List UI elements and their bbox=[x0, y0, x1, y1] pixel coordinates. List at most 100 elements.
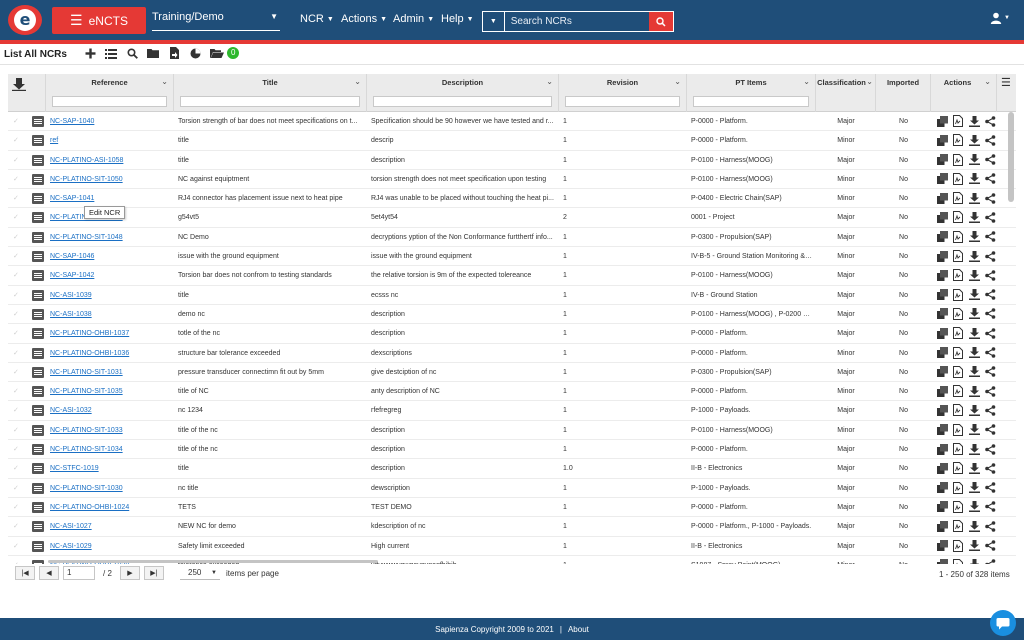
row-select-checkbox[interactable]: ✓ bbox=[13, 253, 20, 260]
pdf-icon[interactable] bbox=[952, 134, 964, 147]
copy-icon[interactable] bbox=[936, 482, 948, 494]
reference-link[interactable]: NC-PLATINO-ASI-1058 bbox=[50, 151, 170, 170]
edit-ncr-icon[interactable] bbox=[32, 501, 44, 513]
copy-icon[interactable] bbox=[936, 115, 948, 127]
share-icon[interactable] bbox=[984, 366, 996, 378]
download-icon[interactable] bbox=[968, 154, 980, 166]
share-icon[interactable] bbox=[984, 404, 996, 416]
first-page-button[interactable]: |◀ bbox=[15, 566, 35, 580]
download-icon[interactable] bbox=[968, 559, 980, 564]
share-icon[interactable] bbox=[984, 540, 996, 552]
download-icon[interactable] bbox=[968, 308, 980, 320]
pie-chart-icon[interactable] bbox=[189, 47, 201, 59]
share-icon[interactable] bbox=[984, 173, 996, 185]
pdf-icon[interactable] bbox=[952, 211, 964, 224]
table-row[interactable]: ✓ NC-ASI-1029 Safety limit exceeded High cu… bbox=[8, 537, 1016, 556]
pdf-icon[interactable] bbox=[952, 423, 964, 436]
pdf-icon[interactable] bbox=[952, 327, 964, 340]
copy-icon[interactable] bbox=[936, 289, 948, 301]
plus-icon[interactable] bbox=[84, 47, 96, 59]
row-select-checkbox[interactable]: ✓ bbox=[13, 465, 20, 472]
edit-ncr-icon[interactable] bbox=[32, 386, 44, 398]
pdf-icon[interactable] bbox=[952, 404, 964, 417]
pdf-icon[interactable] bbox=[952, 269, 964, 282]
table-row[interactable]: ✓ ref title descrip 1 P-0000 - Platform. Minor… bbox=[8, 131, 1016, 151]
table-row[interactable]: ✓ NC-SAP-1046 issue with the ground equipm… bbox=[8, 247, 1016, 267]
copy-icon[interactable] bbox=[936, 211, 948, 223]
pdf-icon[interactable] bbox=[952, 172, 964, 185]
app-logo[interactable]: e bbox=[8, 5, 42, 35]
copy-icon[interactable] bbox=[936, 327, 948, 339]
edit-ncr-icon[interactable] bbox=[32, 308, 44, 320]
last-page-button[interactable]: ▶| bbox=[143, 566, 164, 580]
download-icon[interactable] bbox=[968, 424, 980, 436]
copy-icon[interactable] bbox=[936, 404, 948, 416]
share-icon[interactable] bbox=[984, 308, 996, 320]
row-select-checkbox[interactable]: ✓ bbox=[13, 330, 20, 337]
edit-ncr-icon[interactable] bbox=[32, 405, 44, 417]
reference-link[interactable]: NC-ASI-1039 bbox=[50, 286, 170, 305]
table-row[interactable]: ✓ NC-SAP-1042 Torsion bar does not confrom… bbox=[8, 266, 1016, 286]
copy-icon[interactable] bbox=[936, 347, 948, 359]
share-icon[interactable] bbox=[984, 192, 996, 204]
table-row[interactable]: ✓ NC-PLATINO-OHBI-1037 totle of the nc desc… bbox=[8, 324, 1016, 344]
vertical-scrollbar[interactable] bbox=[1008, 112, 1014, 202]
row-select-checkbox[interactable]: ✓ bbox=[13, 504, 20, 511]
row-select-checkbox[interactable]: ✓ bbox=[13, 214, 20, 221]
share-icon[interactable] bbox=[984, 231, 996, 243]
download-icon[interactable] bbox=[968, 173, 980, 185]
download-icon[interactable] bbox=[968, 462, 980, 474]
table-row[interactable]: ✓ NC-PLATINO-OHBI-1024 TETS TEST DEMO 1 P-000… bbox=[8, 498, 1016, 518]
horizontal-scrollbar[interactable] bbox=[48, 560, 378, 563]
download-icon[interactable] bbox=[968, 192, 980, 204]
edit-ncr-icon[interactable] bbox=[32, 540, 44, 552]
share-icon[interactable] bbox=[984, 327, 996, 339]
copy-icon[interactable] bbox=[936, 540, 948, 552]
download-icon[interactable] bbox=[968, 520, 980, 532]
reference-link[interactable]: NC-ASI-1027 bbox=[50, 517, 170, 536]
row-select-checkbox[interactable]: ✓ bbox=[13, 446, 20, 453]
copy-icon[interactable] bbox=[936, 308, 948, 320]
row-select-checkbox[interactable]: ✓ bbox=[13, 234, 20, 241]
share-icon[interactable] bbox=[984, 134, 996, 146]
title-filter-input[interactable] bbox=[180, 96, 360, 107]
chevron-down-icon[interactable]: ⌄ bbox=[803, 77, 810, 86]
table-row[interactable]: ✓ NC-ASI-1039 title ecsss nc 1 IV-B - Ground … bbox=[8, 286, 1016, 305]
download-icon[interactable] bbox=[968, 327, 980, 339]
table-row[interactable]: ✓ NC-PLATINO-OHBI-1036 structure bar toler… bbox=[8, 344, 1016, 363]
share-icon[interactable] bbox=[984, 250, 996, 262]
share-icon[interactable] bbox=[984, 482, 996, 494]
copy-icon[interactable] bbox=[936, 250, 948, 262]
pdf-icon[interactable] bbox=[952, 520, 964, 533]
table-row[interactable]: ✓ NC-ASI-1038 demo nc description 1 P-0100 - … bbox=[8, 305, 1016, 325]
reference-link[interactable]: NC-STFC-1019 bbox=[50, 459, 170, 478]
row-select-checkbox[interactable]: ✓ bbox=[13, 137, 20, 144]
pdf-icon[interactable] bbox=[952, 115, 964, 127]
chevron-down-icon[interactable]: ⌄ bbox=[161, 77, 168, 86]
share-icon[interactable] bbox=[984, 501, 996, 513]
share-icon[interactable] bbox=[984, 115, 996, 127]
download-icon[interactable] bbox=[968, 347, 980, 359]
column-menu-icon[interactable]: ☰ bbox=[1001, 76, 1011, 89]
edit-ncr-icon[interactable] bbox=[32, 559, 44, 564]
share-icon[interactable] bbox=[984, 520, 996, 532]
table-row[interactable]: ✓ NC-PLATINO-SIT-1035 title of NC anty desc… bbox=[8, 382, 1016, 402]
copy-icon[interactable] bbox=[936, 462, 948, 474]
table-row[interactable]: ✓ NC-PLATINO-SIT-1033 title of the nc descr… bbox=[8, 421, 1016, 441]
row-select-checkbox[interactable]: ✓ bbox=[13, 272, 20, 279]
copy-icon[interactable] bbox=[936, 520, 948, 532]
copy-icon[interactable] bbox=[936, 559, 948, 564]
row-select-checkbox[interactable]: ✓ bbox=[13, 523, 20, 530]
reference-link[interactable]: NC-PLATINO-SIT-1030 bbox=[50, 479, 170, 498]
copy-icon[interactable] bbox=[936, 154, 948, 166]
table-row[interactable]: ✓ NC-PLATINO-SIT-1048 NC Demo decryptions y… bbox=[8, 228, 1016, 248]
app-menu-button[interactable]: ☰ eNCTS bbox=[52, 7, 146, 34]
copy-icon[interactable] bbox=[936, 385, 948, 397]
page-number-input[interactable]: 1 bbox=[63, 566, 95, 580]
edit-ncr-icon[interactable] bbox=[32, 135, 44, 147]
edit-ncr-icon[interactable] bbox=[32, 328, 44, 340]
row-select-checkbox[interactable]: ✓ bbox=[13, 407, 20, 414]
edit-ncr-icon[interactable] bbox=[32, 270, 44, 282]
open-folder-icon[interactable] bbox=[210, 47, 224, 59]
pdf-icon[interactable] bbox=[952, 539, 964, 552]
